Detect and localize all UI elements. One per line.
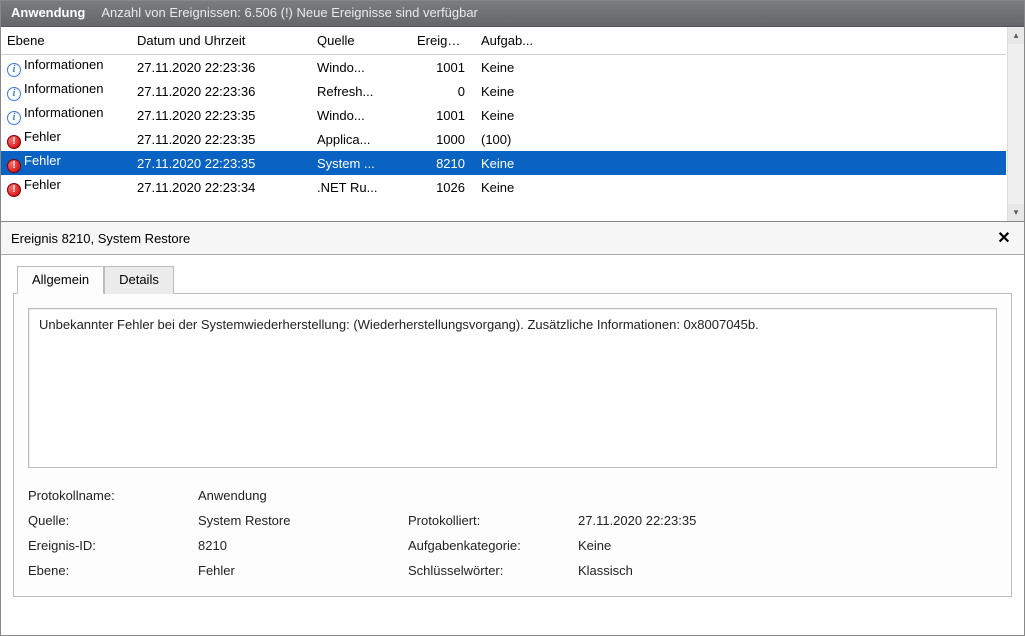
prop-taskcat-k: Aufgabenkategorie: [408, 538, 568, 553]
event-count: Anzahl von Ereignissen: 6.506 (!) Neue E… [101, 5, 478, 20]
detail-title: Ereignis 8210, System Restore [11, 231, 190, 246]
tab-panel-general: Unbekannter Fehler bei der Systemwiederh… [13, 293, 1012, 597]
row-task: Keine [471, 151, 551, 175]
scroll-up-icon[interactable]: ▴ [1008, 27, 1024, 44]
prop-source-v: System Restore [198, 513, 398, 528]
row-eventid: 1026 [411, 175, 471, 199]
titlebar: Anwendung Anzahl von Ereignissen: 6.506 … [1, 1, 1024, 27]
event-table: Ebene Datum und Uhrzeit Quelle Ereigni..… [1, 27, 1006, 199]
row-source: System ... [311, 151, 411, 175]
info-icon: i [7, 63, 21, 77]
row-level-label: Informationen [24, 81, 104, 96]
close-icon[interactable]: ✕ [994, 228, 1014, 248]
row-task: Keine [471, 175, 551, 199]
row-level-label: Fehler [24, 177, 61, 192]
prop-keywords-v: Klassisch [578, 563, 778, 578]
event-description: Unbekannter Fehler bei der Systemwiederh… [28, 308, 997, 468]
row-eventid: 0 [411, 79, 471, 103]
row-eventid: 8210 [411, 151, 471, 175]
row-task: Keine [471, 55, 551, 80]
table-row[interactable]: iInformationen 27.11.2020 22:23:36Windo..… [1, 55, 1006, 80]
row-source: Refresh... [311, 79, 411, 103]
row-task: (100) [471, 127, 551, 151]
info-icon: i [7, 111, 21, 125]
row-datetime: 27.11.2020 22:23:35 [131, 127, 311, 151]
tab-general[interactable]: Allgemein [17, 266, 104, 294]
prop-source-k: Quelle: [28, 513, 188, 528]
vertical-scrollbar[interactable]: ▴ ▾ [1007, 27, 1024, 221]
row-datetime: 27.11.2020 22:23:34 [131, 175, 311, 199]
table-row[interactable]: !Fehler 27.11.2020 22:23:35System ...8210… [1, 151, 1006, 175]
detail-header: Ereignis 8210, System Restore ✕ [1, 222, 1024, 255]
prop-level-v: Fehler [198, 563, 398, 578]
col-date[interactable]: Datum und Uhrzeit [131, 27, 311, 55]
row-datetime: 27.11.2020 22:23:36 [131, 55, 311, 80]
error-icon: ! [7, 135, 21, 149]
scroll-down-icon[interactable]: ▾ [1008, 204, 1024, 221]
row-datetime: 27.11.2020 22:23:36 [131, 79, 311, 103]
table-row[interactable]: iInformationen 27.11.2020 22:23:35Windo..… [1, 103, 1006, 127]
row-eventid: 1001 [411, 103, 471, 127]
tabs: Allgemein Details [1, 255, 1024, 293]
info-icon: i [7, 87, 21, 101]
row-source: Applica... [311, 127, 411, 151]
event-table-wrap: Ebene Datum und Uhrzeit Quelle Ereigni..… [1, 27, 1024, 222]
error-icon: ! [7, 183, 21, 197]
prop-keywords-k: Schlüsselwörter: [408, 563, 568, 578]
row-task: Keine [471, 103, 551, 127]
row-level-label: Fehler [24, 153, 61, 168]
row-level-label: Fehler [24, 129, 61, 144]
prop-level-k: Ebene: [28, 563, 188, 578]
col-level[interactable]: Ebene [1, 27, 131, 55]
tab-details[interactable]: Details [104, 266, 174, 294]
prop-logname-k: Protokollname: [28, 488, 188, 503]
table-row[interactable]: !Fehler 27.11.2020 22:23:34.NET Ru...1026… [1, 175, 1006, 199]
prop-logname-v: Anwendung [198, 488, 398, 503]
col-eventid[interactable]: Ereigni... [411, 27, 471, 55]
event-properties: Protokollname: Anwendung Quelle: System … [28, 488, 997, 578]
row-level-label: Informationen [24, 57, 104, 72]
app-title: Anwendung [11, 5, 85, 20]
table-header-row: Ebene Datum und Uhrzeit Quelle Ereigni..… [1, 27, 1006, 55]
col-source[interactable]: Quelle [311, 27, 411, 55]
row-datetime: 27.11.2020 22:23:35 [131, 103, 311, 127]
col-spacer [551, 27, 1006, 55]
row-datetime: 27.11.2020 22:23:35 [131, 151, 311, 175]
row-eventid: 1000 [411, 127, 471, 151]
prop-logged-k: Protokolliert: [408, 513, 568, 528]
row-source: Windo... [311, 55, 411, 80]
row-eventid: 1001 [411, 55, 471, 80]
prop-taskcat-v: Keine [578, 538, 778, 553]
error-icon: ! [7, 159, 21, 173]
row-source: Windo... [311, 103, 411, 127]
row-level-label: Informationen [24, 105, 104, 120]
row-task: Keine [471, 79, 551, 103]
table-row[interactable]: iInformationen 27.11.2020 22:23:36Refresh… [1, 79, 1006, 103]
col-task[interactable]: Aufgab... [471, 27, 551, 55]
row-source: .NET Ru... [311, 175, 411, 199]
prop-logged-v: 27.11.2020 22:23:35 [578, 513, 778, 528]
table-row[interactable]: !Fehler 27.11.2020 22:23:35Applica...1000… [1, 127, 1006, 151]
prop-eventid-v: 8210 [198, 538, 398, 553]
prop-eventid-k: Ereignis-ID: [28, 538, 188, 553]
